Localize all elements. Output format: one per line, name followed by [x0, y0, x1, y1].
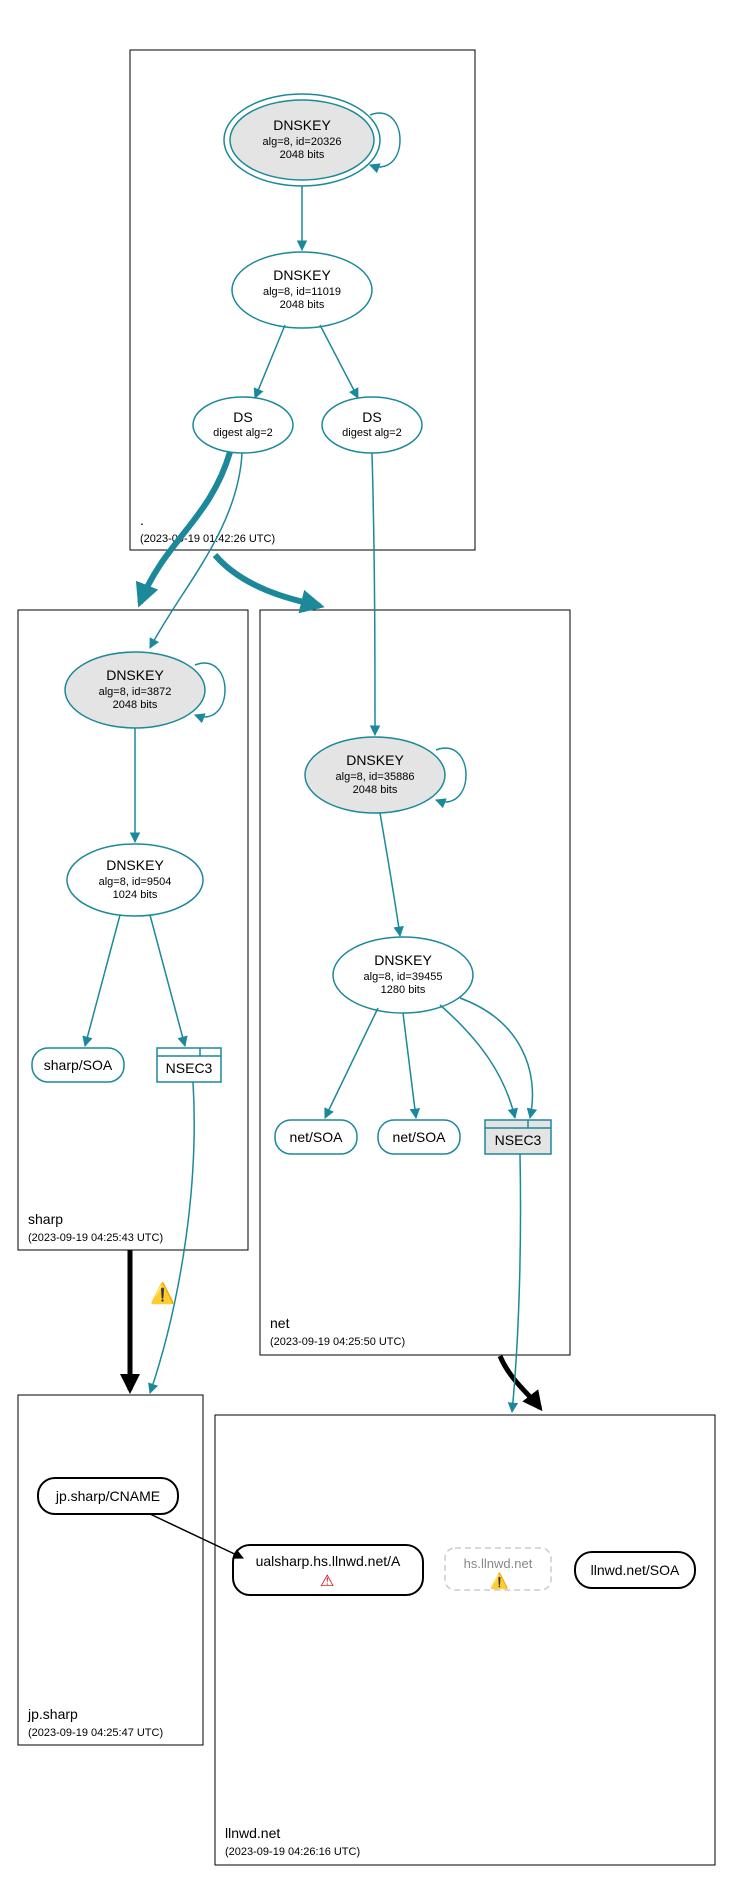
svg-text:jp.sharp/CNAME: jp.sharp/CNAME [55, 1488, 160, 1504]
node-jp-cname: jp.sharp/CNAME [38, 1478, 178, 1514]
node-net-ksk: DNSKEY alg=8, id=35886 2048 bits [305, 737, 445, 813]
edge-net-ksk-zsk [380, 813, 400, 936]
node-llnwd-soa: llnwd.net/SOA [575, 1552, 695, 1588]
zone-sharp-name: sharp [28, 1211, 63, 1227]
node-sharp-ksk: DNSKEY alg=8, id=3872 2048 bits [65, 652, 205, 728]
edge-net-zsk-nsec3a [440, 1005, 515, 1118]
zone-llnwd-name: llnwd.net [225, 1825, 280, 1841]
node-sharp-soa: sharp/SOA [32, 1048, 124, 1082]
svg-text:net/SOA: net/SOA [290, 1129, 344, 1145]
warn-icon-small: ⚠️ [490, 1572, 509, 1590]
svg-text:NSEC3: NSEC3 [495, 1132, 542, 1148]
svg-text:1280 bits: 1280 bits [381, 984, 426, 996]
svg-text:digest alg=2: digest alg=2 [213, 427, 273, 439]
svg-text:alg=8, id=20326: alg=8, id=20326 [263, 136, 342, 148]
svg-text:DNSKEY: DNSKEY [273, 117, 331, 133]
edge-root-to-net-zone-branch [215, 555, 320, 606]
svg-text:alg=8, id=39455: alg=8, id=39455 [364, 971, 443, 983]
svg-text:DS: DS [233, 409, 252, 425]
zone-root-time: (2023-09-19 01:42:26 UTC) [140, 533, 275, 545]
node-hs-llnwd: hs.llnwd.net ⚠️ [445, 1548, 551, 1590]
svg-text:digest alg=2: digest alg=2 [342, 427, 402, 439]
edge-sharp-zsk-nsec3 [150, 915, 185, 1046]
svg-text:sharp/SOA: sharp/SOA [44, 1057, 113, 1073]
svg-text:hs.llnwd.net: hs.llnwd.net [464, 1556, 533, 1571]
zone-llnwd-time: (2023-09-19 04:26:16 UTC) [225, 1846, 360, 1858]
edge-net-zsk-nsec3b [460, 998, 532, 1118]
zone-llnwd [215, 1415, 715, 1865]
node-net-nsec3: NSEC3 [485, 1120, 551, 1154]
node-root-ds2: DS digest alg=2 [322, 397, 422, 453]
dnssec-diagram: . (2023-09-19 01:42:26 UTC) sharp (2023-… [0, 0, 732, 1902]
svg-text:DNSKEY: DNSKEY [273, 267, 331, 283]
svg-text:alg=8, id=9504: alg=8, id=9504 [99, 876, 172, 888]
svg-text:NSEC3: NSEC3 [166, 1060, 213, 1076]
edge-net-to-llnwd-zone [500, 1356, 540, 1408]
edge-net-nsec3-llnwd [512, 1154, 521, 1412]
edge-net-zsk-soa2 [403, 1013, 416, 1118]
warn-icon: ⚠️ [150, 1281, 175, 1305]
node-net-soa1: net/SOA [275, 1120, 357, 1154]
node-root-zsk: DNSKEY alg=8, id=11019 2048 bits [232, 252, 372, 328]
svg-text:alg=8, id=35886: alg=8, id=35886 [336, 771, 415, 783]
edge-ds2-net-ksk [372, 453, 375, 735]
svg-text:llnwd.net/SOA: llnwd.net/SOA [591, 1562, 680, 1578]
svg-text:2048 bits: 2048 bits [280, 299, 325, 311]
edge-cname-to-a [150, 1514, 243, 1558]
node-root-ksk: DNSKEY alg=8, id=20326 2048 bits [224, 94, 380, 186]
svg-text:alg=8, id=3872: alg=8, id=3872 [99, 686, 172, 698]
zone-jpsharp-time: (2023-09-19 04:25:47 UTC) [28, 1727, 163, 1739]
svg-text:alg=8, id=11019: alg=8, id=11019 [263, 286, 341, 298]
zone-root-name: . [140, 512, 144, 528]
node-net-soa2: net/SOA [378, 1120, 460, 1154]
node-sharp-nsec3: NSEC3 [157, 1048, 221, 1082]
zone-net-name: net [270, 1315, 290, 1331]
edge-root-zsk-ds1 [255, 325, 285, 398]
svg-text:DNSKEY: DNSKEY [374, 952, 432, 968]
svg-text:2048 bits: 2048 bits [280, 149, 325, 161]
edge-root-zsk-ds2 [320, 325, 358, 398]
zone-sharp-time: (2023-09-19 04:25:43 UTC) [28, 1232, 163, 1244]
svg-text:ualsharp.hs.llnwd.net/A: ualsharp.hs.llnwd.net/A [256, 1553, 401, 1569]
error-icon: ⚠ [320, 1573, 334, 1590]
svg-text:2048 bits: 2048 bits [353, 784, 398, 796]
svg-text:DNSKEY: DNSKEY [346, 752, 404, 768]
node-root-ds1: DS digest alg=2 [193, 397, 293, 453]
svg-text:2048 bits: 2048 bits [113, 699, 158, 711]
node-sharp-zsk: DNSKEY alg=8, id=9504 1024 bits [67, 844, 203, 916]
edge-net-zsk-soa1 [325, 1008, 378, 1118]
svg-text:DNSKEY: DNSKEY [106, 667, 164, 683]
svg-text:DS: DS [362, 409, 381, 425]
edge-sharp-zsk-soa [85, 915, 120, 1046]
zone-net-time: (2023-09-19 04:25:50 UTC) [270, 1336, 405, 1348]
node-net-zsk: DNSKEY alg=8, id=39455 1280 bits [333, 937, 473, 1013]
node-ual-a: ualsharp.hs.llnwd.net/A ⚠ [233, 1545, 423, 1595]
svg-text:net/SOA: net/SOA [393, 1129, 447, 1145]
zone-jpsharp-name: jp.sharp [27, 1706, 78, 1722]
svg-text:DNSKEY: DNSKEY [106, 857, 164, 873]
edge-root-to-sharp-zone [140, 452, 230, 603]
zone-jpsharp [18, 1395, 203, 1745]
svg-text:1024 bits: 1024 bits [113, 889, 158, 901]
